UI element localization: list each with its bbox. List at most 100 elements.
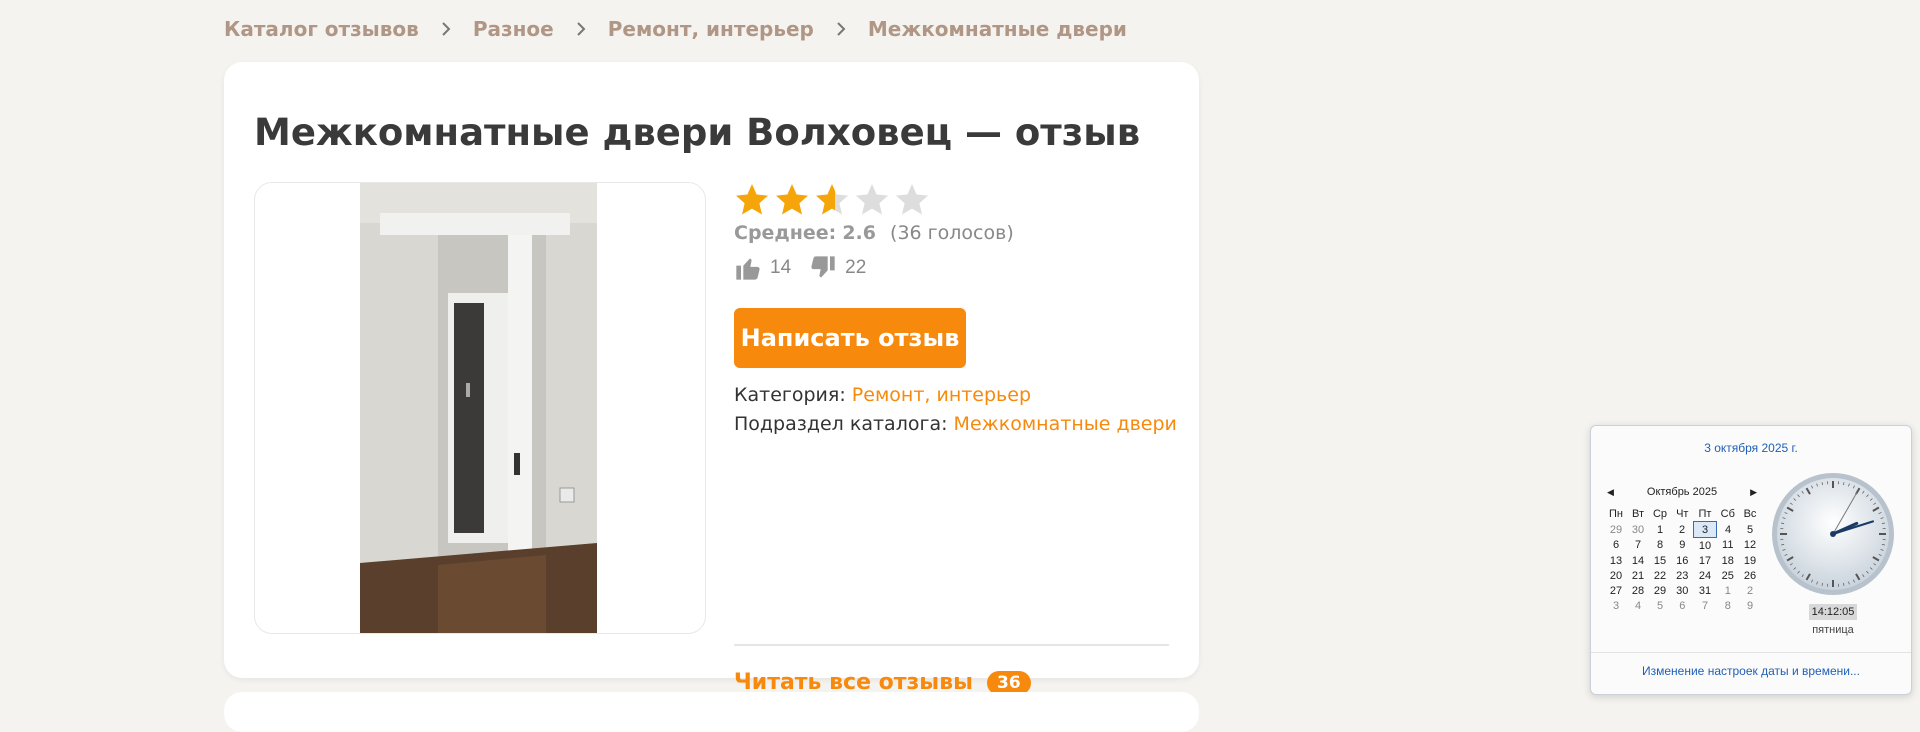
dislikes-count: 22 xyxy=(845,257,866,279)
calendar-day[interactable]: 13 xyxy=(1605,553,1627,568)
current-date-link[interactable]: 3 октября 2025 г. xyxy=(1591,441,1911,455)
calendar-day[interactable]: 9 xyxy=(1739,598,1761,613)
average-value: 2.6 xyxy=(842,222,876,244)
prev-month-icon[interactable]: ◀ xyxy=(1607,487,1614,498)
analog-clock xyxy=(1769,470,1897,598)
next-card xyxy=(224,692,1199,732)
calendar-day[interactable]: 9 xyxy=(1671,538,1694,554)
calendar-day[interactable]: 30 xyxy=(1671,583,1694,598)
change-datetime-settings-link[interactable]: Изменение настроек даты и времени... xyxy=(1591,664,1911,678)
star-icon[interactable] xyxy=(774,182,810,218)
calendar-day[interactable]: 20 xyxy=(1605,568,1627,583)
thumbs-down-icon xyxy=(809,254,837,282)
product-photo[interactable] xyxy=(254,182,706,634)
calendar-day[interactable]: 17 xyxy=(1694,553,1717,568)
breadcrumb: Каталог отзывов Разное Ремонт, интерьер … xyxy=(224,16,1127,42)
door-photo-image xyxy=(360,183,597,633)
divider xyxy=(1591,652,1911,653)
calendar-day[interactable]: 14 xyxy=(1627,553,1649,568)
next-month-icon[interactable]: ▶ xyxy=(1750,487,1757,498)
calendar-day[interactable]: 29 xyxy=(1605,522,1627,538)
weekday-name: пятница xyxy=(1769,624,1897,636)
weekday-header: Сб xyxy=(1717,506,1740,522)
calendar-day[interactable]: 6 xyxy=(1605,538,1627,554)
calendar-day[interactable]: 7 xyxy=(1627,538,1649,554)
calendar-day[interactable]: 31 xyxy=(1694,583,1717,598)
star-icon[interactable] xyxy=(854,182,890,218)
calendar-day[interactable]: 29 xyxy=(1649,583,1671,598)
weekday-header: Вт xyxy=(1627,506,1649,522)
digital-time: 14:12:05 xyxy=(1809,604,1857,620)
product-info: Среднее: 2.6 (36 голосов) 14 22 Написать… xyxy=(734,182,1169,642)
calendar-day[interactable]: 10 xyxy=(1694,538,1717,554)
star-icon[interactable] xyxy=(734,182,770,218)
category-line: Категория: Ремонт, интерьер xyxy=(734,384,1031,406)
weekday-header: Ср xyxy=(1649,506,1671,522)
like-button[interactable]: 14 xyxy=(734,254,791,282)
calendar-day[interactable]: 2 xyxy=(1739,583,1761,598)
star-icon[interactable] xyxy=(814,182,850,218)
likes-count: 14 xyxy=(770,257,791,279)
calendar-day[interactable]: 23 xyxy=(1671,568,1694,583)
category-label: Категория: xyxy=(734,384,846,406)
calendar-day[interactable]: 25 xyxy=(1717,568,1740,583)
calendar-day[interactable]: 2 xyxy=(1671,522,1694,538)
calendar-day[interactable]: 1 xyxy=(1649,522,1671,538)
breadcrumb-catalog[interactable]: Каталог отзывов xyxy=(224,17,419,41)
breadcrumb-misc[interactable]: Разное xyxy=(473,17,554,41)
calendar-day[interactable]: 3 xyxy=(1605,598,1627,613)
calendar-month[interactable]: Октябрь 2025 xyxy=(1647,486,1717,498)
reviews-count-badge: 36 xyxy=(987,671,1031,695)
calendar-day[interactable]: 8 xyxy=(1717,598,1740,613)
breadcrumb-repair[interactable]: Ремонт, интерьер xyxy=(608,17,814,41)
rating-average: Среднее: 2.6 (36 голосов) xyxy=(734,222,1014,244)
star-icon[interactable] xyxy=(894,182,930,218)
calendar-day[interactable]: 15 xyxy=(1649,553,1671,568)
calendar-day[interactable]: 22 xyxy=(1649,568,1671,583)
calendar-day[interactable]: 4 xyxy=(1717,522,1740,538)
calendar-grid: ПнВтСрЧтПтСбВс29301234567891011121314151… xyxy=(1605,506,1761,613)
subsection-line: Подраздел каталога: Межкомнатные двери xyxy=(734,413,1177,435)
category-link[interactable]: Ремонт, интерьер xyxy=(852,384,1031,406)
calendar-day[interactable]: 27 xyxy=(1605,583,1627,598)
divider xyxy=(734,644,1169,646)
breadcrumb-doors[interactable]: Межкомнатные двери xyxy=(868,17,1127,41)
chevron-right-icon xyxy=(828,21,854,37)
calendar-day[interactable]: 11 xyxy=(1717,538,1740,554)
calendar-day[interactable]: 4 xyxy=(1627,598,1649,613)
calendar-day[interactable]: 16 xyxy=(1671,553,1694,568)
write-review-button[interactable]: Написать отзыв xyxy=(734,308,966,368)
dislike-button[interactable]: 22 xyxy=(809,254,866,282)
calendar-day[interactable]: 18 xyxy=(1717,553,1740,568)
calendar-day[interactable]: 24 xyxy=(1694,568,1717,583)
calendar-day[interactable]: 6 xyxy=(1671,598,1694,613)
calendar-header: ◀ Октябрь 2025 ▶ xyxy=(1607,486,1757,498)
subsection-label: Подраздел каталога: xyxy=(734,413,948,435)
votes-count: (36 голосов) xyxy=(890,222,1014,244)
calendar-flyout: 3 октября 2025 г. ◀ Октябрь 2025 ▶ ПнВтС… xyxy=(1590,425,1912,695)
average-label: Среднее: xyxy=(734,222,836,244)
calendar-day[interactable]: 30 xyxy=(1627,522,1649,538)
weekday-header: Пт xyxy=(1694,506,1717,522)
weekday-header: Пн xyxy=(1605,506,1627,522)
calendar-day[interactable]: 28 xyxy=(1627,583,1649,598)
subsection-link[interactable]: Межкомнатные двери xyxy=(954,413,1177,435)
weekday-header: Вс xyxy=(1739,506,1761,522)
thumbs-up-icon xyxy=(734,254,762,282)
calendar-day[interactable]: 12 xyxy=(1739,538,1761,554)
calendar-day[interactable]: 5 xyxy=(1739,522,1761,538)
votes-thumbs: 14 22 xyxy=(734,254,884,282)
calendar-day[interactable]: 7 xyxy=(1694,598,1717,613)
calendar-day[interactable]: 5 xyxy=(1649,598,1671,613)
calendar-day[interactable]: 8 xyxy=(1649,538,1671,554)
product-card: Межкомнатные двери Волховец — отзыв Сред… xyxy=(224,62,1199,678)
calendar-day[interactable]: 26 xyxy=(1739,568,1761,583)
rating-stars[interactable] xyxy=(734,182,930,218)
chevron-right-icon xyxy=(433,21,459,37)
calendar-day[interactable]: 3 xyxy=(1694,522,1717,538)
calendar-day[interactable]: 1 xyxy=(1717,583,1740,598)
page-title: Межкомнатные двери Волховец — отзыв xyxy=(254,111,1140,154)
calendar-day[interactable]: 21 xyxy=(1627,568,1649,583)
chevron-right-icon xyxy=(568,21,594,37)
calendar-day[interactable]: 19 xyxy=(1739,553,1761,568)
